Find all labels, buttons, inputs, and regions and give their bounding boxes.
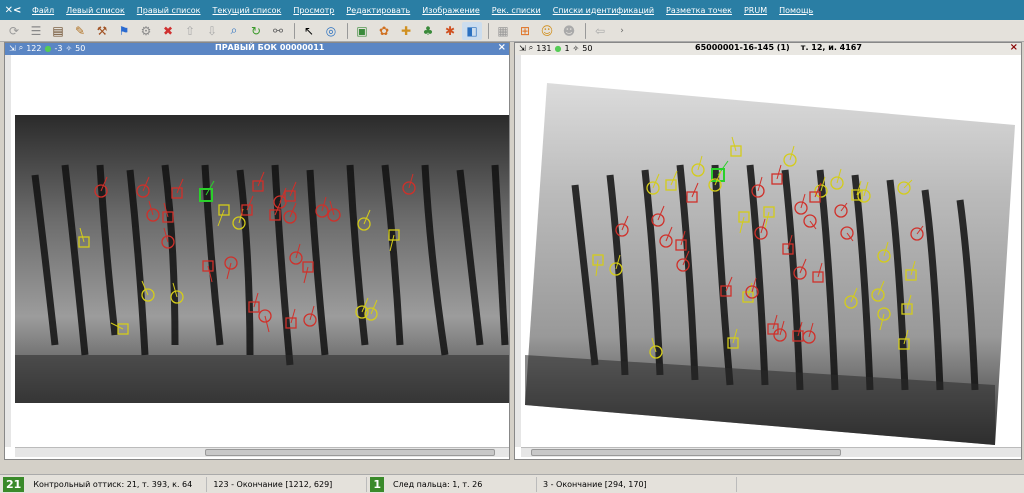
left-horizontal-scrollbar[interactable] [15, 447, 509, 457]
menu-edit[interactable]: Редактировать [340, 6, 416, 15]
right-pane-header: ⇲ ⌕ 131 ● 1 ✧ 50 65000001-16-145 (1) т. … [515, 42, 1021, 55]
delete-icon[interactable]: ✖ [158, 22, 178, 40]
list-icon[interactable]: ☰ [26, 22, 46, 40]
left-image-pane: ⇲ ⌕ 122 ● -3 ✧ 50 ПРАВЫЙ БОК 00000011 × [4, 42, 510, 460]
right-tiger-image[interactable] [515, 55, 1021, 447]
left-pane-counters: ⇲ ⌕ 122 ● -3 ✧ 50 [9, 43, 85, 53]
cross-icon[interactable]: ✱ [440, 22, 460, 40]
right-vertical-scrollbar[interactable] [515, 55, 521, 447]
magnifier-icon: ⌕ [528, 43, 534, 52]
left-tiger-image[interactable] [5, 55, 509, 447]
left-pane-title: ПРАВЫЙ БОК 00000011 [215, 43, 325, 52]
status-bar: 21 Контрольный оттиск: 21, т. 393, к. 64… [0, 474, 1024, 493]
frame-icon[interactable]: ◧ [462, 21, 482, 40]
left-status-badge: 21 [3, 476, 25, 492]
image-icon[interactable]: ▣ [352, 22, 372, 40]
app-logo: ✕< [4, 4, 22, 16]
arrow-down-icon[interactable]: ⇩ [202, 22, 222, 40]
person-icon[interactable]: ☺ [537, 22, 557, 40]
person2-icon[interactable]: ☻ [559, 22, 579, 40]
flag-icon[interactable]: ⚑ [114, 22, 134, 40]
toolbar-separator [585, 22, 586, 39]
menu-current-list[interactable]: Текущий список [207, 6, 288, 15]
right-horizontal-scrollbar[interactable] [521, 447, 1021, 457]
chevron-icon[interactable]: › [612, 22, 632, 40]
back-icon[interactable]: ⇦ [590, 22, 610, 40]
toolbar-separator [347, 22, 348, 39]
left-scroll-thumb[interactable] [205, 449, 495, 456]
wrench-icon[interactable]: ⚙ [136, 22, 156, 40]
toolbar-separator [488, 22, 489, 39]
tool-icon: ✧ [572, 43, 580, 53]
green-dot-icon: ● [44, 43, 52, 53]
pin-icon[interactable]: ⇲ [9, 44, 16, 53]
close-icon[interactable]: × [498, 42, 506, 53]
paint-icon[interactable]: ✿ [374, 22, 394, 40]
left-status-coord: 123 - Окончание [1212, 629] [207, 476, 368, 492]
menu-bar: ✕< Файл Левый список Правый список Текущ… [0, 0, 1024, 20]
menu-rec-lists[interactable]: Рек. списки [486, 6, 547, 15]
hammer-icon[interactable]: ⚒ [92, 22, 112, 40]
right-status-coord: 3 - Окончание [294, 170] [537, 476, 737, 492]
menu-right-list[interactable]: Правый список [131, 6, 207, 15]
arrow-up-icon[interactable]: ⇧ [180, 22, 200, 40]
grid-icon[interactable]: ▦ [493, 22, 513, 40]
edit-icon[interactable]: ✎ [70, 22, 90, 40]
right-pane-title: 65000001-16-145 (1) т. 12, и. 4167 [695, 43, 862, 52]
left-counter-a: 122 [26, 43, 42, 53]
menu-prum[interactable]: PRUM [738, 6, 773, 15]
toolbar-separator [294, 22, 295, 39]
tool-icon: ✧ [65, 43, 73, 53]
menu-ident-lists[interactable]: Списки идентификаций [547, 6, 660, 15]
book-icon[interactable]: ▤ [48, 22, 68, 40]
left-counter-b: -3 [54, 43, 63, 53]
menu-left-list[interactable]: Левый список [60, 6, 131, 15]
right-counter-c: 50 [582, 43, 593, 53]
left-status-text: Контрольный оттиск: 21, т. 393, к. 64 [27, 476, 208, 492]
rotate-icon[interactable]: ↻ [246, 22, 266, 40]
right-pane-counters: ⇲ ⌕ 131 ● 1 ✧ 50 [519, 43, 592, 53]
search-icon[interactable]: ⌕ [224, 22, 244, 40]
right-counter-b: 1 [564, 43, 570, 53]
refresh-icon[interactable]: ⟳ [4, 22, 24, 40]
pointer-icon[interactable]: ↖ [299, 22, 319, 40]
right-counter-a: 131 [536, 43, 552, 53]
right-scroll-thumb[interactable] [531, 449, 841, 456]
pin-icon[interactable]: ⇲ [519, 44, 526, 53]
menu-help[interactable]: Помощь [773, 6, 819, 15]
split-icon[interactable]: ✚ [396, 22, 416, 40]
menu-point-markup[interactable]: Разметка точек [660, 6, 738, 15]
magnifier-icon: ⌕ [18, 43, 24, 52]
zoom-fit-icon[interactable]: ⊞ [515, 22, 535, 40]
left-counter-c: 50 [75, 43, 86, 53]
left-pane-header: ⇲ ⌕ 122 ● -3 ✧ 50 ПРАВЫЙ БОК 00000011 × [5, 42, 509, 55]
tree-icon[interactable]: ♣ [418, 22, 438, 40]
menu-view[interactable]: Просмотр [287, 6, 340, 15]
right-image-pane: ⇲ ⌕ 131 ● 1 ✧ 50 65000001-16-145 (1) т. … [514, 42, 1022, 460]
right-status-badge: 1 [370, 476, 384, 492]
menu-image[interactable]: Изображение [416, 6, 486, 15]
link-icon[interactable]: ⚯ [268, 22, 288, 40]
right-status-text: След пальца: 1, т. 26 [387, 476, 537, 492]
toolbar: ⟳ ☰ ▤ ✎ ⚒ ⚑ ⚙ ✖ ⇧ ⇩ ⌕ ↻ ⚯ ↖ ◎ ▣ ✿ ✚ ♣ ✱ … [0, 20, 1024, 42]
green-dot-icon: ● [554, 43, 562, 53]
circle-icon[interactable]: ◎ [321, 22, 341, 40]
close-icon[interactable]: × [1010, 42, 1018, 53]
menu-file[interactable]: Файл [26, 6, 60, 15]
left-vertical-scrollbar[interactable] [5, 55, 11, 447]
